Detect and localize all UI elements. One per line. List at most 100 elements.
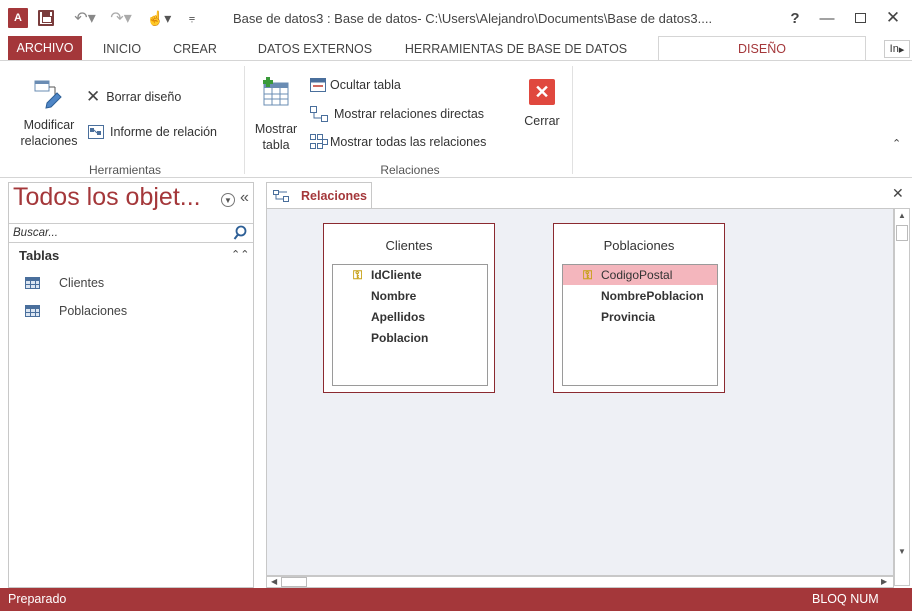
tab-relaciones[interactable]: Relaciones bbox=[266, 182, 372, 208]
doc-tab-label: Relaciones bbox=[301, 188, 368, 203]
scroll-left-icon[interactable]: ◀ bbox=[271, 577, 277, 586]
mostrar-tabla-button[interactable]: Mostrar tabla bbox=[252, 77, 300, 153]
close-window-button[interactable]: ✕ bbox=[878, 6, 908, 30]
horizontal-scrollbar[interactable]: ◀ ▶ bbox=[266, 576, 894, 588]
group-label-herramientas: Herramientas bbox=[88, 163, 162, 177]
nav-menu-dropdown-icon[interactable]: ▼ bbox=[221, 193, 235, 207]
table-box-title: Clientes bbox=[385, 238, 433, 253]
title-bar: A ↶▾ ↷▾ ☝▾ ⩦ Base de datos3 : Base de da… bbox=[0, 0, 912, 36]
borrar-diseno-button[interactable]: ✕ Borrar diseño bbox=[86, 87, 181, 107]
relationships-icon bbox=[273, 189, 289, 202]
ribbon-tabs: ARCHIVO INICIO CREAR DATOS EXTERNOS HERR… bbox=[0, 36, 912, 61]
relationship-report-icon bbox=[88, 125, 104, 139]
chevron-up-icon: ⌃⌃ bbox=[231, 249, 250, 261]
close-red-icon: ✕ bbox=[529, 79, 555, 105]
close-document-icon[interactable]: ✕ bbox=[892, 185, 904, 202]
navigation-pane: Todos los objet... ▼ « Tablas ⌃⌃ Cliente… bbox=[8, 182, 254, 588]
mostrar-tabla-label-1: Mostrar bbox=[254, 122, 298, 136]
show-table-icon bbox=[263, 77, 289, 106]
field-name: Apellidos bbox=[371, 310, 426, 324]
mostrar-todas-relaciones-button[interactable]: Mostrar todas las relaciones bbox=[310, 134, 486, 150]
minimize-button[interactable]: — bbox=[812, 6, 842, 30]
field-name: Nombre bbox=[371, 289, 417, 303]
nav-item-clientes[interactable]: Clientes bbox=[9, 273, 253, 295]
primary-key-icon: ⚿ bbox=[353, 268, 363, 282]
collapse-ribbon-icon[interactable]: ⌃ bbox=[892, 137, 901, 150]
tab-overflow[interactable]: In ▸ bbox=[884, 40, 910, 58]
table-box-poblaciones[interactable]: Poblaciones ⚿ CodigoPostal NombrePoblaci… bbox=[553, 223, 725, 393]
edit-relationships-icon bbox=[34, 80, 62, 109]
field-name: Provincia bbox=[601, 310, 656, 324]
tab-herramientas-bd[interactable]: HERRAMIENTAS DE BASE DE DATOS bbox=[404, 38, 628, 60]
maximize-button[interactable] bbox=[845, 6, 875, 30]
field-list[interactable]: ⚿ CodigoPostal NombrePoblacion Provincia bbox=[562, 264, 718, 386]
cerrar-button[interactable]: ✕ Cerrar bbox=[520, 79, 564, 129]
all-relationships-icon bbox=[310, 134, 328, 149]
search-input[interactable] bbox=[13, 225, 228, 241]
scroll-thumb-h[interactable] bbox=[281, 577, 307, 587]
help-button[interactable]: ? bbox=[780, 6, 810, 30]
ribbon: Modificar relaciones ✕ Borrar diseño Inf… bbox=[0, 60, 912, 178]
field-row[interactable]: NombrePoblacion bbox=[563, 286, 717, 306]
document-area: Relaciones ✕ Clientes ⚿ IdCliente Nombre… bbox=[262, 182, 912, 588]
field-row[interactable]: Nombre bbox=[333, 286, 487, 306]
nav-item-label: Clientes bbox=[59, 276, 105, 290]
informe-relacion-button[interactable]: Informe de relación bbox=[88, 125, 217, 139]
scroll-thumb[interactable] bbox=[896, 225, 908, 241]
nav-group-tablas[interactable]: Tablas ⌃⌃ bbox=[9, 248, 253, 266]
redo-icon[interactable]: ↷▾ bbox=[106, 8, 136, 28]
scroll-right-icon: ▸ bbox=[898, 43, 905, 56]
tab-in: In bbox=[889, 43, 899, 55]
field-row[interactable]: ⚿ IdCliente bbox=[333, 265, 487, 285]
num-lock-indicator: BLOQ NUM bbox=[812, 592, 879, 606]
tab-inicio[interactable]: INICIO bbox=[94, 38, 150, 60]
nav-pane-title[interactable]: Todos los objet... bbox=[13, 183, 201, 212]
nav-group-label: Tablas bbox=[19, 248, 60, 263]
scroll-down-icon[interactable]: ▼ bbox=[898, 547, 906, 556]
vertical-scrollbar[interactable]: ▲ ▼ bbox=[894, 208, 910, 586]
scroll-up-icon[interactable]: ▲ bbox=[898, 211, 906, 220]
nav-item-poblaciones[interactable]: Poblaciones bbox=[9, 301, 253, 323]
access-app-icon[interactable]: A bbox=[8, 8, 28, 28]
borrar-diseno-label: Borrar diseño bbox=[106, 90, 182, 104]
field-name: Poblacion bbox=[371, 331, 429, 345]
group-separator bbox=[572, 66, 573, 174]
informe-relacion-label: Informe de relación bbox=[110, 125, 218, 139]
field-name: NombrePoblacion bbox=[601, 289, 704, 303]
tab-crear[interactable]: CREAR bbox=[168, 38, 222, 60]
search-icon[interactable] bbox=[233, 225, 247, 241]
modificar-label-2: relaciones bbox=[20, 134, 78, 148]
mostrar-relaciones-directas-button[interactable]: Mostrar relaciones directas bbox=[310, 106, 484, 122]
cerrar-label: Cerrar bbox=[524, 114, 560, 128]
hide-table-icon bbox=[310, 78, 326, 92]
relationships-canvas[interactable]: Clientes ⚿ IdCliente Nombre Apellidos Po… bbox=[266, 208, 894, 576]
mostrar-directas-label: Mostrar relaciones directas bbox=[334, 107, 485, 121]
field-row-selected[interactable]: ⚿ CodigoPostal bbox=[563, 265, 717, 285]
table-box-clientes[interactable]: Clientes ⚿ IdCliente Nombre Apellidos Po… bbox=[323, 223, 495, 393]
tab-datos-externos[interactable]: DATOS EXTERNOS bbox=[250, 38, 380, 60]
field-list[interactable]: ⚿ IdCliente Nombre Apellidos Poblacion bbox=[332, 264, 488, 386]
table-box-title: Poblaciones bbox=[603, 238, 675, 253]
nav-item-label: Poblaciones bbox=[59, 304, 128, 318]
scroll-right-icon[interactable]: ▶ bbox=[881, 577, 887, 586]
customize-qat-icon[interactable]: ⩦ bbox=[186, 8, 198, 28]
save-icon[interactable] bbox=[38, 10, 54, 26]
field-name: IdCliente bbox=[371, 268, 422, 282]
undo-icon[interactable]: ↶▾ bbox=[70, 8, 100, 28]
nav-search-box bbox=[9, 223, 253, 243]
maximize-icon bbox=[854, 13, 866, 23]
field-name: CodigoPostal bbox=[601, 268, 673, 282]
tab-archivo[interactable]: ARCHIVO bbox=[8, 36, 82, 60]
status-bar: Preparado BLOQ NUM bbox=[0, 588, 912, 611]
clear-x-icon: ✕ bbox=[86, 87, 101, 106]
group-label-relaciones: Relaciones bbox=[380, 163, 440, 177]
nav-collapse-icon[interactable]: « bbox=[240, 189, 249, 207]
field-row[interactable]: Apellidos bbox=[333, 307, 487, 327]
field-row[interactable]: Poblacion bbox=[333, 328, 487, 348]
modificar-relaciones-button[interactable]: Modificar relaciones bbox=[14, 79, 84, 149]
ocultar-tabla-label: Ocultar tabla bbox=[330, 78, 401, 92]
tab-diseno[interactable]: DISEÑO bbox=[658, 36, 866, 61]
field-row[interactable]: Provincia bbox=[563, 307, 717, 327]
ocultar-tabla-button[interactable]: Ocultar tabla bbox=[310, 78, 401, 92]
touch-mode-icon[interactable]: ☝▾ bbox=[144, 8, 174, 28]
